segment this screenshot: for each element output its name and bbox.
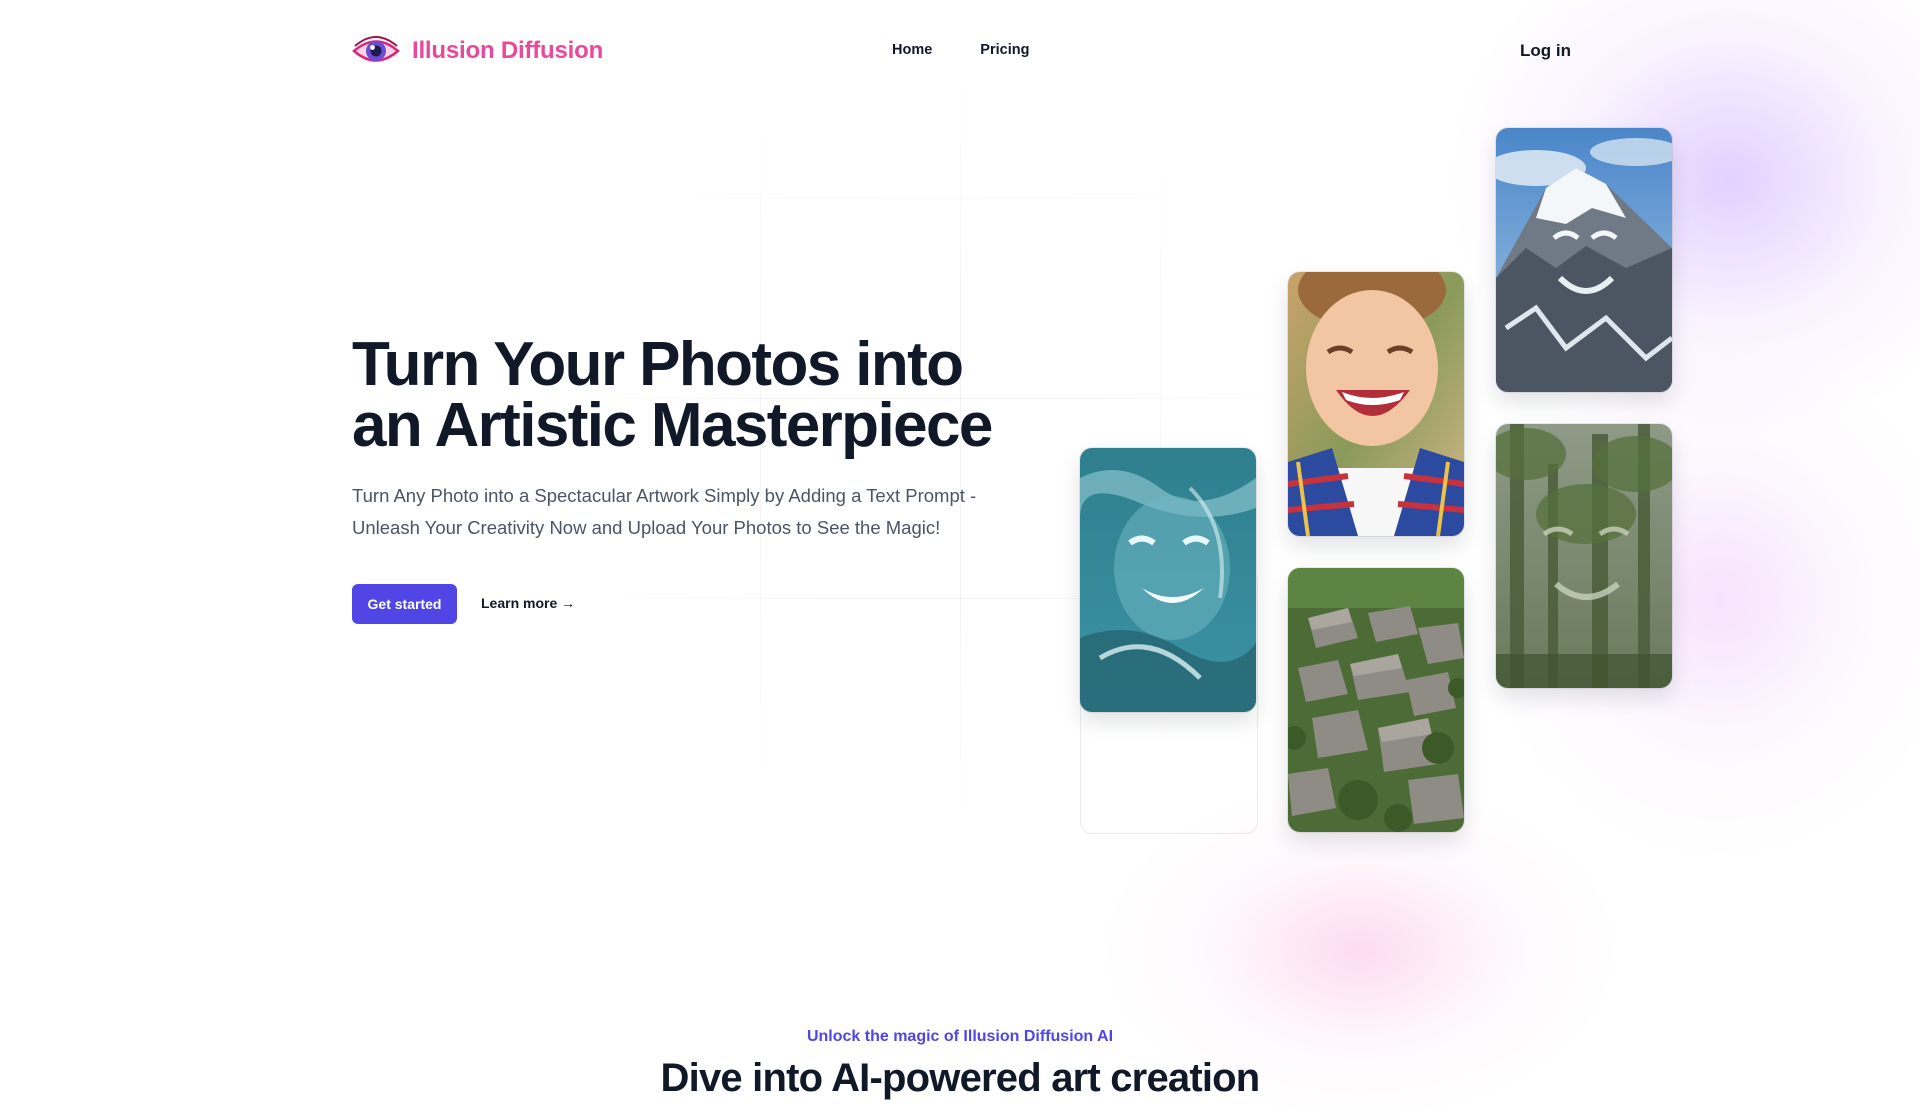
gallery-card-ocean xyxy=(1080,448,1256,712)
laughing-child-image xyxy=(1288,272,1464,536)
section-eyebrow: Unlock the magic of Illusion Diffusion A… xyxy=(806,1028,1114,1045)
eye-icon xyxy=(352,36,400,62)
hero-subtitle: Turn Any Photo into a Spectacular Artwor… xyxy=(352,480,1032,544)
hero-title: Turn Your Photos into an Artistic Master… xyxy=(352,334,1052,457)
hero-subtitle-line-1: Turn Any Photo into a Spectacular Artwor… xyxy=(352,485,977,506)
section-title: Dive into AI-powered art creation xyxy=(660,1056,1261,1100)
ocean-waves-face-image xyxy=(1080,448,1256,712)
hero-subtitle-line-2: Unleash Your Creativity Now and Upload Y… xyxy=(352,517,941,538)
nav-pricing-link[interactable]: Pricing xyxy=(980,42,1029,58)
brand-name: Illusion Diffusion xyxy=(412,37,604,64)
snowy-mountain-face-image xyxy=(1496,128,1672,392)
hero-title-line-1: Turn Your Photos into xyxy=(352,330,964,399)
learn-more-link[interactable]: Learn more → xyxy=(481,595,575,611)
hero-title-line-2: an Artistic Masterpiece xyxy=(352,391,993,460)
forest-face-image xyxy=(1496,424,1672,688)
login-link[interactable]: Log in xyxy=(1520,41,1571,61)
gallery-card-mountain xyxy=(1496,128,1672,392)
gallery-card-village xyxy=(1288,568,1464,832)
brand-logo-link[interactable]: Illusion Diffusion xyxy=(352,32,603,70)
gallery-card-forest xyxy=(1496,424,1672,688)
gallery-card-child xyxy=(1288,272,1464,536)
stone-village-image xyxy=(1288,568,1464,832)
site-header: Illusion Diffusion Home Pricing Log in xyxy=(0,0,1920,104)
get-started-button[interactable]: Get started xyxy=(352,584,457,624)
nav-home-link[interactable]: Home xyxy=(892,42,932,58)
main-nav: Home Pricing xyxy=(892,42,1029,58)
